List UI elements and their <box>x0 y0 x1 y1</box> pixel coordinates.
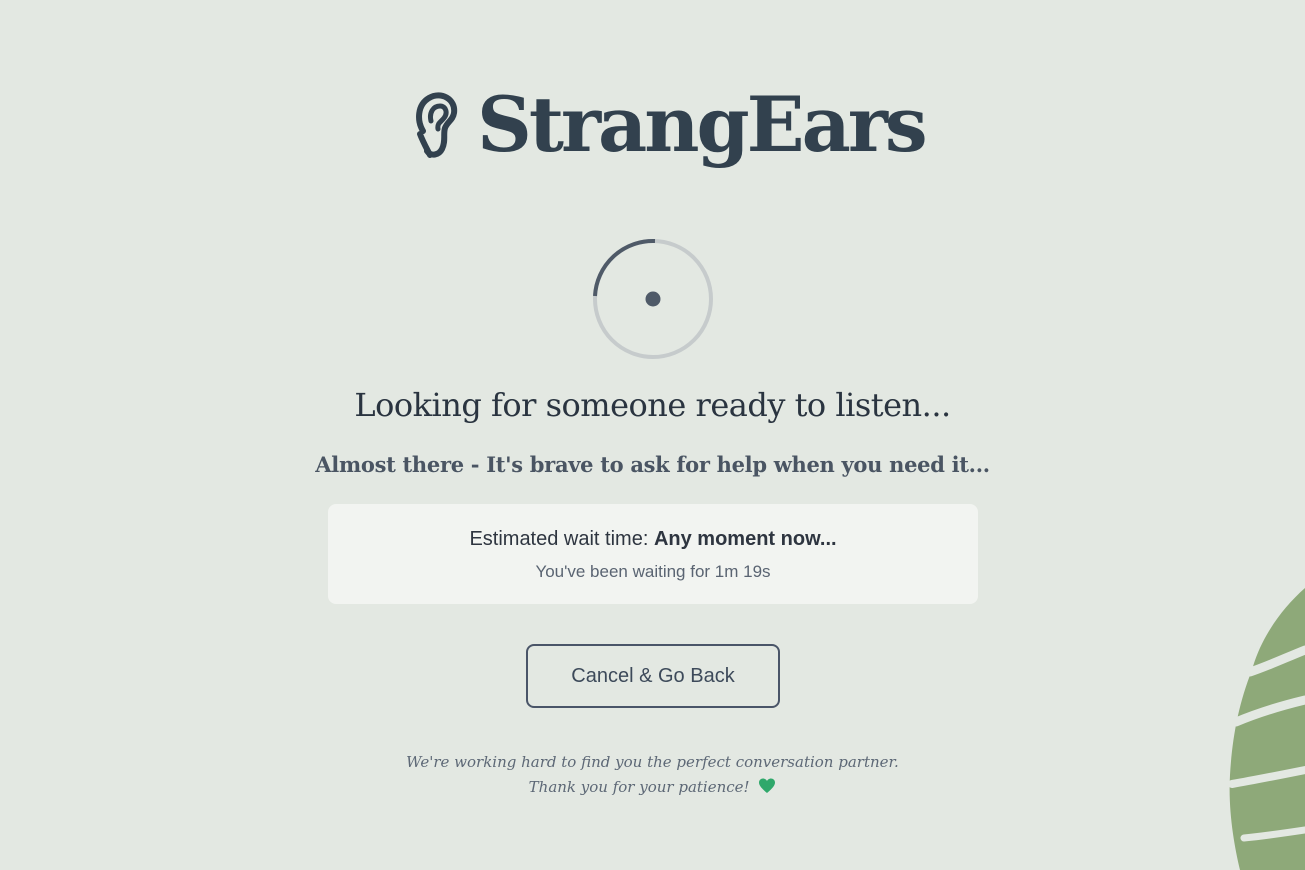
cancel-go-back-button[interactable]: Cancel & Go Back <box>526 644 780 708</box>
footer-line-2: Thank you for your patience! <box>528 778 750 796</box>
brand-name: StrangEars <box>477 80 928 169</box>
footer-line-2-row: Thank you for your patience! <box>0 775 1305 800</box>
ear-icon <box>416 92 458 158</box>
decorative-leaf <box>1228 588 1305 870</box>
footer-line-1: We're working hard to find you the perfe… <box>406 753 899 771</box>
status-subline: Almost there - It's brave to ask for hel… <box>315 452 990 477</box>
brand-logo: StrangEars <box>413 80 928 174</box>
status-headline: Looking for someone ready to listen... <box>354 386 951 424</box>
estimated-wait-value: Any moment now... <box>653 528 837 550</box>
footer-note: We're working hard to find you the perfe… <box>0 750 1305 800</box>
estimated-wait: Estimated wait time: Any moment now... <box>328 528 978 551</box>
green-heart-icon <box>759 778 776 793</box>
elapsed-wait: You've been waiting for 1m 19s <box>535 562 771 581</box>
estimated-wait-label: Estimated wait time: <box>469 528 649 550</box>
wait-time-card: Estimated wait time: Any moment now... Y… <box>328 504 978 604</box>
loading-spinner <box>593 238 713 359</box>
